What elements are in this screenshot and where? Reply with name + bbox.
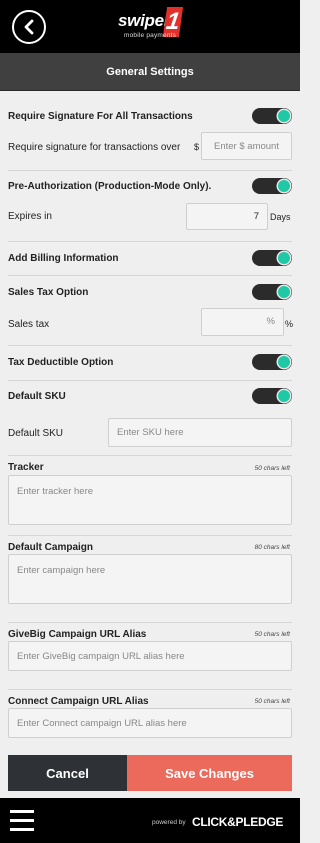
connect-label: Connect Campaign URL Alias (8, 696, 149, 707)
connect-input[interactable]: Enter Connect campaign URL alias here (8, 708, 292, 738)
percent-symbol: % (266, 316, 275, 327)
givebig-label: GiveBig Campaign URL Alias (8, 629, 147, 640)
divider (8, 622, 292, 623)
hamburger-menu-icon[interactable] (10, 810, 34, 831)
campaign-chars-left: 80 chars left (254, 544, 290, 551)
signature-amount-input[interactable]: Enter $ amount (201, 132, 292, 160)
divider (8, 689, 292, 690)
percent-suffix: % (285, 319, 294, 329)
sales-tax-toggle[interactable] (252, 284, 292, 300)
divider (8, 380, 292, 381)
sku-label: Default SKU (8, 391, 66, 402)
divider (8, 170, 292, 171)
divider (8, 535, 292, 536)
signature-over-label: Require signature for transactions over (8, 142, 181, 153)
signature-toggle[interactable] (252, 108, 292, 124)
campaign-label: Default Campaign (8, 542, 94, 553)
save-changes-button[interactable]: Save Changes (127, 755, 292, 791)
tax-deductible-toggle[interactable] (252, 354, 292, 370)
powered-by-text: powered by (152, 819, 186, 826)
signature-label: Require Signature For All Transactions (8, 111, 193, 122)
app-footer: powered by CLICK&PLEDGE (0, 798, 300, 843)
sales-tax-field-label: Sales tax (8, 319, 50, 330)
preauth-toggle[interactable] (252, 178, 292, 194)
clickandpledge-logo: CLICK&PLEDGE (192, 815, 284, 829)
tracker-chars-left: 50 chars left (254, 465, 290, 472)
expires-label: Expires in (8, 211, 52, 222)
givebig-chars-left: 50 chars left (254, 631, 290, 638)
currency-symbol: $ (194, 142, 200, 152)
expires-unit: Days (270, 212, 291, 222)
divider (8, 345, 292, 346)
sku-field-label: Default SKU (8, 428, 64, 439)
divider (8, 241, 292, 242)
billing-label: Add Billing Information (8, 253, 119, 264)
title-bar: General Settings (0, 53, 300, 91)
tracker-label: Tracker (8, 462, 44, 473)
app-header: swiper 1 mobile payments (0, 0, 300, 53)
campaign-input[interactable]: Enter campaign here (8, 554, 292, 604)
expires-input[interactable]: 7 (186, 203, 268, 230)
sku-toggle[interactable] (252, 388, 292, 404)
tax-deductible-label: Tax Deductible Option (8, 357, 114, 368)
sales-tax-label: Sales Tax Option (8, 287, 89, 298)
divider (8, 455, 292, 456)
divider (8, 275, 292, 276)
connect-chars-left: 50 chars left (254, 698, 290, 705)
sku-input[interactable]: Enter SKU here (108, 418, 292, 447)
tracker-input[interactable]: Enter tracker here (8, 475, 292, 525)
swiper-logo: swiper 1 mobile payments (118, 7, 184, 39)
billing-toggle[interactable] (252, 250, 292, 266)
page-title: General Settings (106, 66, 194, 78)
cancel-button[interactable]: Cancel (8, 755, 127, 791)
sales-tax-input[interactable]: % (201, 308, 284, 336)
preauth-label: Pre-Authorization (Production-Mode Only)… (8, 181, 212, 192)
givebig-input[interactable]: Enter GiveBig campaign URL alias here (8, 641, 292, 671)
back-icon[interactable] (12, 10, 46, 44)
